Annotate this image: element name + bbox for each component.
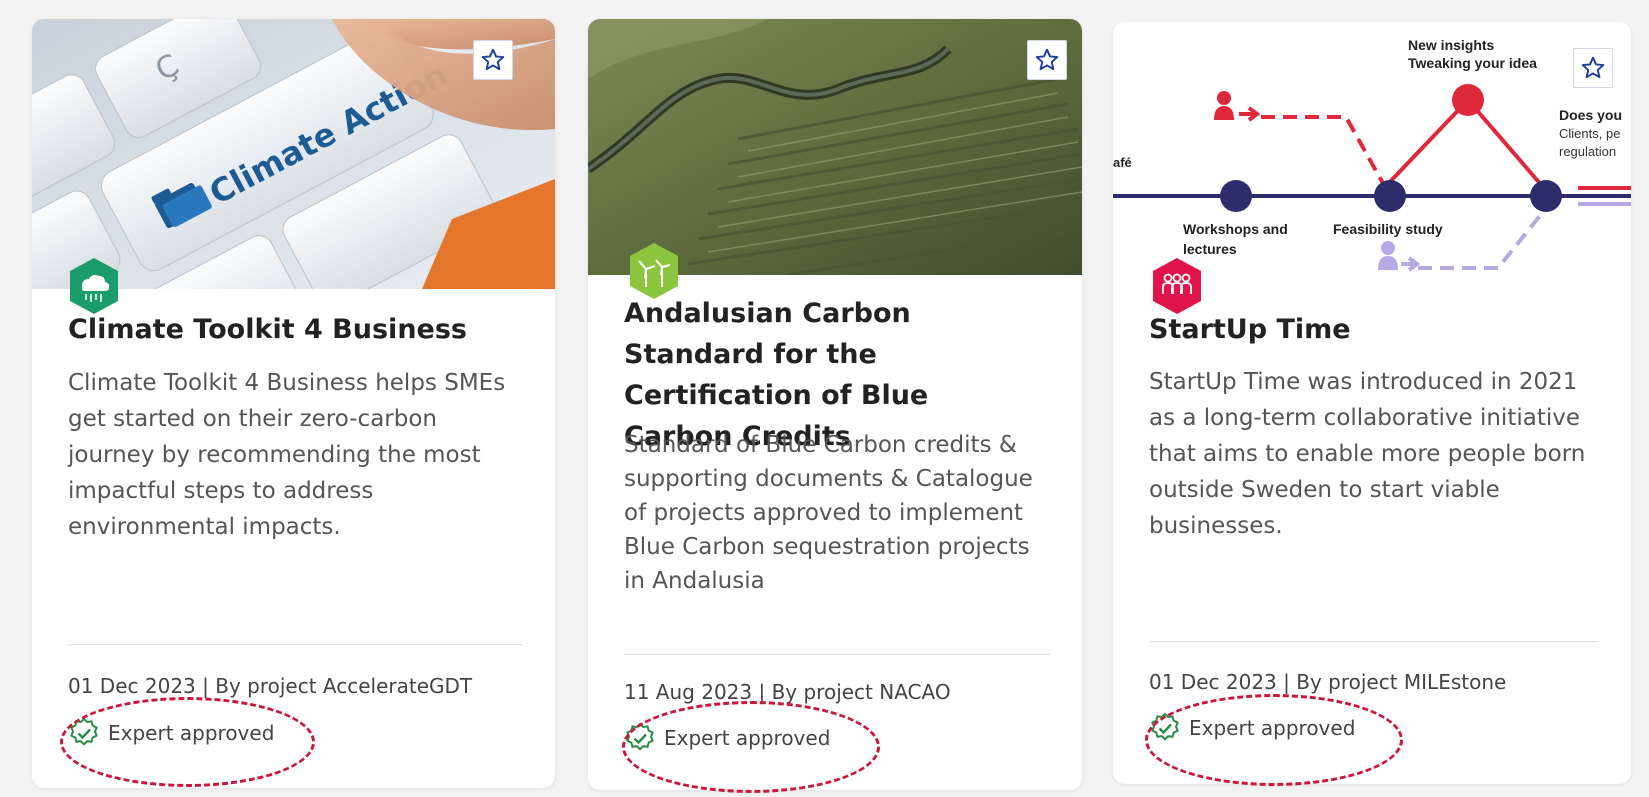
divider [624, 654, 1051, 655]
favorite-star-button[interactable] [1027, 40, 1067, 80]
card-meta: 01 Dec 2023 | By project AccelerateGDT [68, 674, 473, 698]
svg-text:Clients, pe: Clients, pe [1559, 126, 1620, 141]
expert-approved-badge: Expert approved [624, 722, 830, 754]
category-badge [70, 258, 118, 314]
resource-card[interactable]: afé Workshops and lectures Feasibility s… [1113, 22, 1631, 784]
card-image[interactable] [588, 19, 1082, 275]
expert-approved-label: Expert approved [108, 721, 275, 745]
card-meta: 01 Dec 2023 | By project MILEstone [1149, 670, 1507, 694]
svg-text:lectures: lectures [1183, 241, 1237, 257]
favorite-star-button[interactable] [473, 40, 513, 80]
aerial-wetland-image [588, 19, 1082, 275]
card-description: Climate Toolkit 4 Business helps SMEs ge… [68, 370, 506, 540]
card-image[interactable]: afé Workshops and lectures Feasibility s… [1113, 22, 1631, 274]
card-description: StartUp Time was introduced in 2021 as a… [1149, 369, 1586, 539]
star-icon [1581, 56, 1605, 79]
approved-seal-icon [1151, 712, 1179, 741]
svg-text:Tweaking your idea: Tweaking your idea [1408, 55, 1537, 71]
approved-seal-icon [626, 722, 654, 751]
card-description: Standard of Blue Carbon credits & suppor… [624, 432, 1033, 594]
divider [68, 644, 523, 645]
resource-card[interactable]: Ç ctrl Climate Action Climate Tool [32, 19, 555, 788]
svg-text:New insights: New insights [1408, 37, 1495, 53]
svg-text:Feasibility study: Feasibility study [1333, 221, 1443, 237]
svg-text:afé: afé [1113, 155, 1132, 170]
startup-timeline-image: afé Workshops and lectures Feasibility s… [1113, 22, 1631, 274]
card-title[interactable]: Climate Toolkit 4 Business [68, 309, 528, 351]
expert-approved-badge: Expert approved [68, 717, 274, 749]
expert-approved-label: Expert approved [1189, 716, 1356, 740]
approved-seal-icon [70, 717, 98, 746]
star-icon [1035, 48, 1059, 71]
star-icon [481, 48, 505, 71]
expert-approved-badge: Expert approved [1149, 712, 1355, 744]
expert-approved-label: Expert approved [664, 726, 831, 750]
divider [1149, 641, 1598, 642]
svg-text:Does you: Does you [1559, 107, 1622, 123]
resource-card[interactable]: Andalusian Carbon Standard for the Certi… [588, 19, 1082, 790]
card-meta: 11 Aug 2023 | By project NACAO [624, 680, 951, 704]
card-title[interactable]: StartUp Time [1149, 309, 1599, 351]
favorite-star-button[interactable] [1573, 48, 1613, 88]
svg-text:Workshops and: Workshops and [1183, 221, 1288, 237]
category-badge [630, 243, 678, 299]
svg-text:regulation: regulation [1559, 144, 1616, 159]
category-badge [1153, 258, 1201, 314]
